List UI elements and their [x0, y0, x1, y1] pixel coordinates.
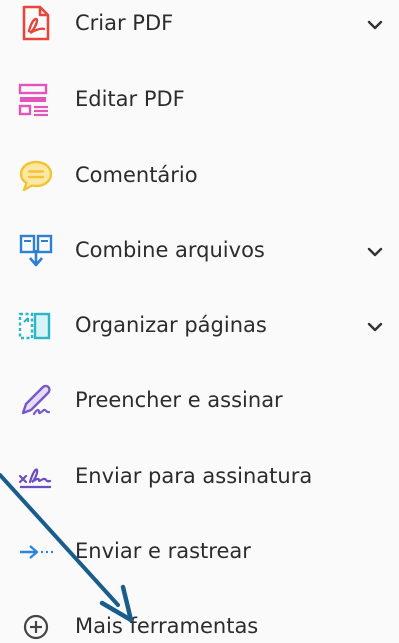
tool-item-criar-pdf[interactable]: Criar PDF — [0, 0, 399, 55]
tool-item-organizar-paginas[interactable]: Organizar páginas — [0, 297, 399, 357]
tool-label: Enviar e rastrear — [75, 539, 251, 563]
tool-label: Combine arquivos — [75, 238, 265, 262]
comment-icon — [15, 155, 57, 197]
chevron-down-icon[interactable] — [365, 317, 385, 337]
tool-item-editar-pdf[interactable]: Editar PDF — [0, 71, 399, 131]
tools-panel: Criar PDF Editar PDF Comentário Combine … — [0, 0, 399, 643]
plus-circle-icon — [15, 606, 57, 643]
tool-item-mais-ferramentas[interactable]: Mais ferramentas — [0, 598, 399, 643]
combine-files-icon — [15, 230, 57, 272]
tool-item-enviar-rastrear[interactable]: Enviar e rastrear — [0, 523, 399, 583]
tool-label: Mais ferramentas — [75, 614, 259, 638]
tool-label: Preencher e assinar — [75, 388, 283, 412]
tool-item-preencher-assinar[interactable]: Preencher e assinar — [0, 372, 399, 432]
tool-label: Criar PDF — [75, 11, 174, 35]
tool-label: Enviar para assinatura — [75, 464, 313, 488]
fill-sign-icon — [15, 380, 57, 422]
tool-item-combine-arquivos[interactable]: Combine arquivos — [0, 222, 399, 282]
create-pdf-icon — [15, 3, 57, 45]
tool-item-enviar-para-assinatura[interactable]: Enviar para assinatura — [0, 448, 399, 508]
send-for-signature-icon — [15, 456, 57, 498]
tool-label: Organizar páginas — [75, 313, 267, 337]
send-track-icon — [15, 531, 57, 573]
chevron-down-icon[interactable] — [365, 242, 385, 262]
chevron-down-icon[interactable] — [365, 15, 385, 35]
tool-label: Editar PDF — [75, 87, 185, 111]
edit-pdf-icon — [15, 79, 57, 121]
tool-label: Comentário — [75, 163, 198, 187]
organize-pages-icon — [15, 305, 57, 347]
tool-item-comentario[interactable]: Comentário — [0, 147, 399, 207]
